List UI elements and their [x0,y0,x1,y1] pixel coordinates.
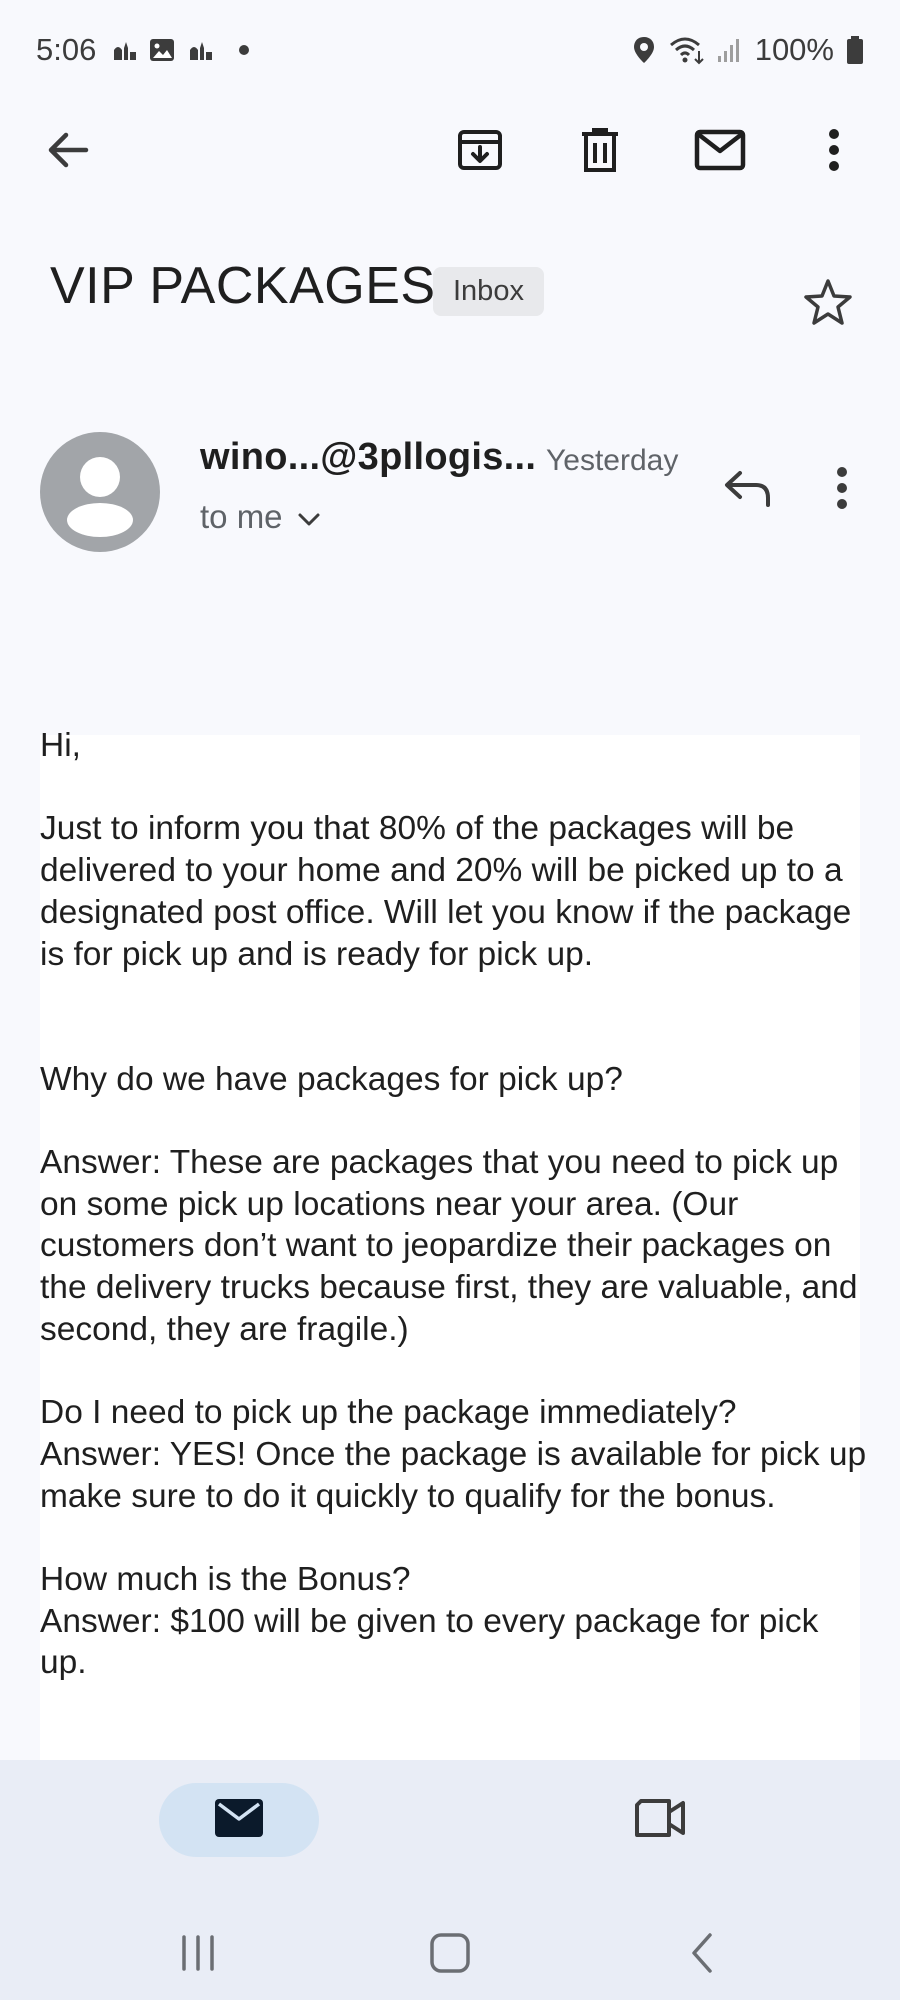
status-time: 5:06 [36,32,97,67]
wifi-icon [669,35,705,65]
mosque-icon [186,36,214,64]
more-vert-icon [835,466,849,515]
email-date: Yesterday [546,444,679,477]
recent-apps-icon [178,1933,218,1978]
bottom-nav [0,1760,900,2000]
star-button[interactable] [796,272,860,336]
back-button[interactable] [26,110,110,194]
app-bar [0,110,900,194]
recipient-label: to me [200,498,283,535]
archive-button[interactable] [438,110,522,194]
image-icon [148,36,176,64]
subject-row: VIP PACKAGES Inbox [50,250,860,340]
reply-button[interactable] [712,454,784,526]
person-icon [67,457,133,537]
battery-percent: 100% [754,32,834,67]
sender-header: wino...@3pllogis... Yesterday to me [40,432,870,556]
signal-icon [717,36,743,64]
system-back-button[interactable] [657,1910,747,2000]
home-icon [429,1932,471,1979]
trash-icon [578,126,622,179]
email-body: Hi, Just to inform you that 80% of the p… [40,727,867,1682]
message-more-button[interactable] [812,454,872,526]
star-icon [803,278,853,331]
email-subject: VIP PACKAGES [50,257,436,315]
reply-icon [722,468,774,513]
mail-icon [694,129,746,176]
mail-icon [213,1797,265,1844]
notification-icons [110,36,250,64]
mark-unread-button[interactable] [678,110,762,194]
chevron-down-icon [297,498,321,536]
mosque-icon [110,36,138,64]
nav-meet-tab[interactable] [620,1783,700,1857]
home-button[interactable] [405,1910,495,2000]
avatar[interactable] [40,432,160,552]
sender-name[interactable]: wino...@3pllogis... [200,436,536,479]
status-bar: 5:06 100% [0,0,900,100]
chevron-left-icon [688,1931,716,1980]
status-right: 100% [631,32,864,68]
system-nav-bar [0,1910,900,2000]
nav-mail-tab[interactable] [159,1783,319,1857]
inbox-label-chip[interactable]: Inbox [433,267,544,316]
more-options-button[interactable] [792,110,876,194]
delete-button[interactable] [558,110,642,194]
archive-icon [456,126,504,179]
battery-icon [846,35,864,65]
location-icon [631,35,657,65]
arrow-back-icon [46,128,90,177]
dot-icon [238,44,250,56]
video-camera-icon [633,1797,687,1844]
more-vert-icon [827,128,841,177]
recent-apps-button[interactable] [153,1910,243,2000]
recipient-details-toggle[interactable]: to me [200,498,321,536]
